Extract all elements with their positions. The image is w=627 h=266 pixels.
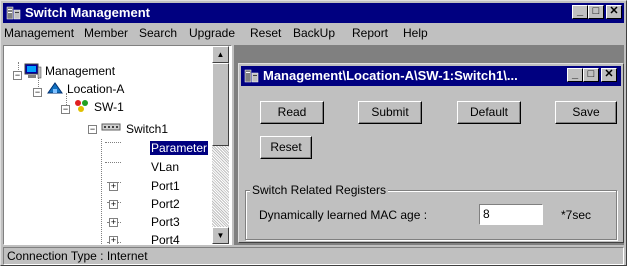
tree-node-port3[interactable]: Port3 xyxy=(151,215,180,229)
reset-button[interactable]: Reset xyxy=(260,136,312,159)
status-text: Connection Type : Internet xyxy=(7,249,148,263)
menu-backup[interactable]: BackUp xyxy=(293,26,335,40)
tree-node-port1[interactable]: Port1 xyxy=(151,179,180,193)
tree-node-port4[interactable]: Port4 xyxy=(151,233,180,244)
register-groupbox: Switch Related Registers Dynamically lea… xyxy=(245,183,617,240)
mac-age-unit: *7sec xyxy=(561,208,592,222)
menu-report[interactable]: Report xyxy=(352,26,388,40)
tree-node-parameter[interactable]: Parameter xyxy=(150,141,209,155)
close-button[interactable]: ✕ xyxy=(606,5,622,19)
location-icon xyxy=(47,82,63,94)
device-group-icon xyxy=(75,100,88,112)
tree-collapse-switch1[interactable]: − xyxy=(88,125,97,134)
menu-bar: Management Member Search Upgrade Reset B… xyxy=(3,24,624,43)
mac-age-input[interactable]: 8 xyxy=(479,204,543,225)
scroll-down-button[interactable]: ▼ xyxy=(212,227,229,244)
tree-collapse-management[interactable]: − xyxy=(13,71,22,80)
child-title-bar[interactable]: Management\Location-A\SW-1:Switch1\... _… xyxy=(241,66,621,86)
tree-node-location-a[interactable]: Location-A xyxy=(67,82,124,96)
menu-upgrade[interactable]: Upgrade xyxy=(189,26,235,40)
read-button[interactable]: Read xyxy=(260,101,324,124)
tree-node-port2[interactable]: Port2 xyxy=(151,197,180,211)
default-button[interactable]: Default xyxy=(457,101,521,124)
computer-icon xyxy=(24,63,42,79)
child-close-button[interactable]: ✕ xyxy=(601,68,617,82)
tree-connector xyxy=(105,142,121,143)
window-title: Switch Management xyxy=(25,5,150,20)
minimize-button[interactable]: _ xyxy=(572,5,588,19)
menu-reset[interactable]: Reset xyxy=(250,26,281,40)
scroll-up-button[interactable]: ▲ xyxy=(212,46,229,63)
tree-node-switch1[interactable]: Switch1 xyxy=(126,122,168,136)
maximize-button[interactable]: □ xyxy=(588,5,604,19)
menu-member[interactable]: Member xyxy=(84,26,128,40)
scroll-thumb[interactable] xyxy=(212,63,229,146)
child-window-title: Management\Location-A\SW-1:Switch1\... xyxy=(263,68,518,83)
save-button[interactable]: Save xyxy=(555,101,617,124)
tree-expand-port2[interactable]: + xyxy=(109,200,118,209)
status-bar: Connection Type : Internet xyxy=(3,247,624,265)
tree-expand-port4[interactable]: + xyxy=(109,236,118,244)
tree-connector xyxy=(105,162,121,163)
mac-age-label: Dynamically learned MAC age : xyxy=(259,208,428,222)
register-window: Management\Location-A\SW-1:Switch1\... _… xyxy=(238,63,624,243)
child-maximize-button[interactable]: □ xyxy=(583,68,599,82)
network-app-icon xyxy=(6,6,21,20)
tree-connector xyxy=(101,139,102,244)
tree-node-sw-1[interactable]: SW-1 xyxy=(94,100,124,114)
group-label: Switch Related Registers xyxy=(250,183,389,197)
switch-icon xyxy=(101,123,121,131)
title-bar[interactable]: Switch Management _ □ ✕ xyxy=(3,3,624,23)
tree-scrollbar[interactable]: ▲ ▼ xyxy=(212,46,229,244)
tree-node-vlan[interactable]: VLan xyxy=(151,160,179,174)
menu-search[interactable]: Search xyxy=(139,26,177,40)
tree-expand-port1[interactable]: + xyxy=(109,182,118,191)
menu-management[interactable]: Management xyxy=(4,26,74,40)
network-app-icon xyxy=(244,69,259,83)
tree-collapse-sw1[interactable]: − xyxy=(61,105,70,114)
menu-help[interactable]: Help xyxy=(403,26,428,40)
tree-collapse-location[interactable]: − xyxy=(33,88,42,97)
child-minimize-button[interactable]: _ xyxy=(567,68,583,82)
tree-view[interactable]: − Management − Location-A − SW-1 − Switc… xyxy=(3,45,232,245)
main-window: Switch Management _ □ ✕ Management Membe… xyxy=(0,0,627,266)
tree-expand-port3[interactable]: + xyxy=(109,218,118,227)
submit-button[interactable]: Submit xyxy=(358,101,422,124)
tree-node-management[interactable]: Management xyxy=(45,64,115,78)
